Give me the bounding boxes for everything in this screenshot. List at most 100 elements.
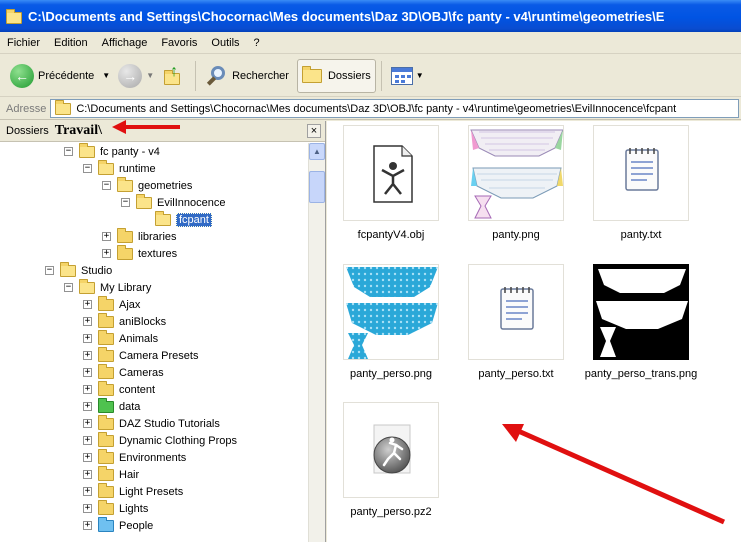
address-input[interactable]: C:\Documents and Settings\Chocornac\Mes … xyxy=(50,99,739,118)
folders-button[interactable]: Dossiers xyxy=(296,58,376,93)
folder-open-icon xyxy=(79,143,95,158)
menu-help[interactable]: ? xyxy=(247,37,267,49)
tree-item-people[interactable]: + People xyxy=(83,516,153,534)
tree-item-environments[interactable]: + Environments xyxy=(83,448,186,466)
expand-icon[interactable]: + xyxy=(102,232,111,241)
tree-item-content[interactable]: + content xyxy=(83,380,155,398)
tree-item-ajax[interactable]: + Ajax xyxy=(83,295,140,313)
expand-icon[interactable]: + xyxy=(83,419,92,428)
menu-favoris[interactable]: Favoris xyxy=(154,37,204,49)
file-item-panty-perso-txt[interactable]: panty_perso.txt xyxy=(456,264,576,380)
folders-pane-title: Dossiers xyxy=(6,125,49,137)
collapse-icon[interactable]: − xyxy=(83,164,92,173)
expand-icon[interactable]: + xyxy=(83,317,92,326)
back-button[interactable]: ← Précédente ▼ xyxy=(6,58,114,94)
menu-fichier[interactable]: Fichier xyxy=(0,37,47,49)
folder-icon xyxy=(98,312,114,328)
blue-folder-icon xyxy=(98,516,114,532)
menu-outils[interactable]: Outils xyxy=(204,37,246,49)
tree-item-label: Lights xyxy=(119,502,149,515)
search-button-label: Rechercher xyxy=(232,69,289,82)
file-name: panty_perso.png xyxy=(350,368,432,380)
expand-icon[interactable]: + xyxy=(83,453,92,462)
address-folder-icon xyxy=(55,100,72,115)
file-item-panty-txt[interactable]: panty.txt xyxy=(581,125,701,241)
tree-item-geometries[interactable]: − geometries xyxy=(102,176,192,194)
menu-edition[interactable]: Edition xyxy=(47,37,95,49)
address-label: Adresse xyxy=(6,102,47,115)
obj-file-icon xyxy=(343,125,439,221)
expand-icon[interactable]: + xyxy=(83,470,92,479)
tree-item-dynamic-clothing-props[interactable]: + Dynamic Clothing Props xyxy=(83,431,237,449)
expand-icon[interactable]: + xyxy=(83,504,92,513)
tree-item-label: DAZ Studio Tutorials xyxy=(119,417,220,430)
red-arrow-annotation-left xyxy=(112,120,180,134)
folder-icon xyxy=(98,448,114,464)
toolbar-separator xyxy=(195,60,197,91)
collapse-icon[interactable]: − xyxy=(45,266,54,275)
expand-icon[interactable]: + xyxy=(83,521,92,530)
tree-item-aniblocks[interactable]: + aniBlocks xyxy=(83,312,167,330)
views-button[interactable]: ▼ xyxy=(387,58,428,94)
collapse-icon[interactable]: − xyxy=(121,198,130,207)
forward-arrow-icon: → xyxy=(118,63,143,88)
expand-icon[interactable]: + xyxy=(83,368,92,377)
menu-affichage[interactable]: Affichage xyxy=(95,37,155,49)
tree-item-label: Camera Presets xyxy=(119,349,199,362)
tree-item-animals[interactable]: + Animals xyxy=(83,329,158,347)
collapse-icon[interactable]: − xyxy=(64,283,73,292)
expand-icon[interactable]: + xyxy=(83,436,92,445)
tree-item-textures[interactable]: + textures xyxy=(102,244,178,262)
views-dropdown-icon[interactable]: ▼ xyxy=(416,71,424,80)
file-item-panty-perso-trans[interactable]: panty_perso_trans.png xyxy=(581,264,701,380)
expand-icon[interactable]: + xyxy=(102,249,111,258)
close-pane-button[interactable]: × xyxy=(307,124,321,138)
folder-open-icon xyxy=(136,193,152,209)
tree-item-cameras[interactable]: + Cameras xyxy=(83,363,164,381)
tree-item-lights[interactable]: + Lights xyxy=(83,499,149,517)
tree-item-data[interactable]: + data xyxy=(83,397,140,415)
tree-scrollbar[interactable]: ▲ xyxy=(308,143,325,542)
address-value: C:\Documents and Settings\Chocornac\Mes … xyxy=(76,102,677,115)
tree-item-studio[interactable]: − Studio xyxy=(45,261,112,279)
tree-item-daz-studio-tutorials[interactable]: + DAZ Studio Tutorials xyxy=(83,414,220,432)
file-item-panty-perso-png[interactable]: panty_perso.png xyxy=(331,264,451,380)
up-folder-icon: ↑ xyxy=(162,63,186,87)
scroll-thumb[interactable] xyxy=(309,171,325,203)
expand-icon[interactable]: + xyxy=(83,334,92,343)
tree-item-label: textures xyxy=(138,247,178,260)
file-item-pz2[interactable]: panty_perso.pz2 xyxy=(331,402,451,518)
toolbar-separator xyxy=(380,60,382,91)
forward-dropdown-icon[interactable]: ▼ xyxy=(146,71,154,80)
tree-item-hair[interactable]: + Hair xyxy=(83,465,139,483)
tree-item-label: aniBlocks xyxy=(119,315,167,328)
tree-item-libraries[interactable]: + libraries xyxy=(102,227,177,245)
expand-icon[interactable]: + xyxy=(83,487,92,496)
back-dropdown-icon[interactable]: ▼ xyxy=(102,71,110,80)
tree-item-fcpant[interactable]: fcpant xyxy=(155,210,212,228)
expand-icon[interactable]: + xyxy=(83,385,92,394)
collapse-icon[interactable]: − xyxy=(102,181,111,190)
tree-item-light-presets[interactable]: + Light Presets xyxy=(83,482,183,500)
up-folder-button[interactable]: ↑ xyxy=(158,58,190,94)
tree-item-runtime[interactable]: − runtime xyxy=(83,159,156,177)
folder-open-icon xyxy=(155,210,171,226)
file-item-panty-png[interactable]: panty.png xyxy=(456,125,576,241)
tree-item-my-library[interactable]: − My Library xyxy=(64,278,151,296)
tree-item-evilinnocence[interactable]: − EvilInnocence xyxy=(121,193,226,211)
window-title-bar[interactable]: C:\Documents and Settings\Chocornac\Mes … xyxy=(0,0,741,32)
forward-button[interactable]: → ▼ xyxy=(114,58,158,94)
expand-icon[interactable]: + xyxy=(83,402,92,411)
folders-button-label: Dossiers xyxy=(327,69,371,82)
search-button[interactable]: Rechercher xyxy=(201,58,293,94)
tree-item-camera-presets[interactable]: + Camera Presets xyxy=(83,346,199,364)
file-item-obj[interactable]: fcpantyV4.obj xyxy=(331,125,451,241)
search-icon xyxy=(205,64,229,88)
tree-item-fc-panty[interactable]: − fc panty - v4 xyxy=(64,143,160,160)
collapse-icon[interactable]: − xyxy=(64,147,73,156)
expand-icon[interactable]: + xyxy=(83,351,92,360)
folder-icon xyxy=(98,431,114,447)
scroll-up-button[interactable]: ▲ xyxy=(309,143,325,160)
expand-icon[interactable]: + xyxy=(83,300,92,309)
tree-item-label: libraries xyxy=(138,230,177,243)
